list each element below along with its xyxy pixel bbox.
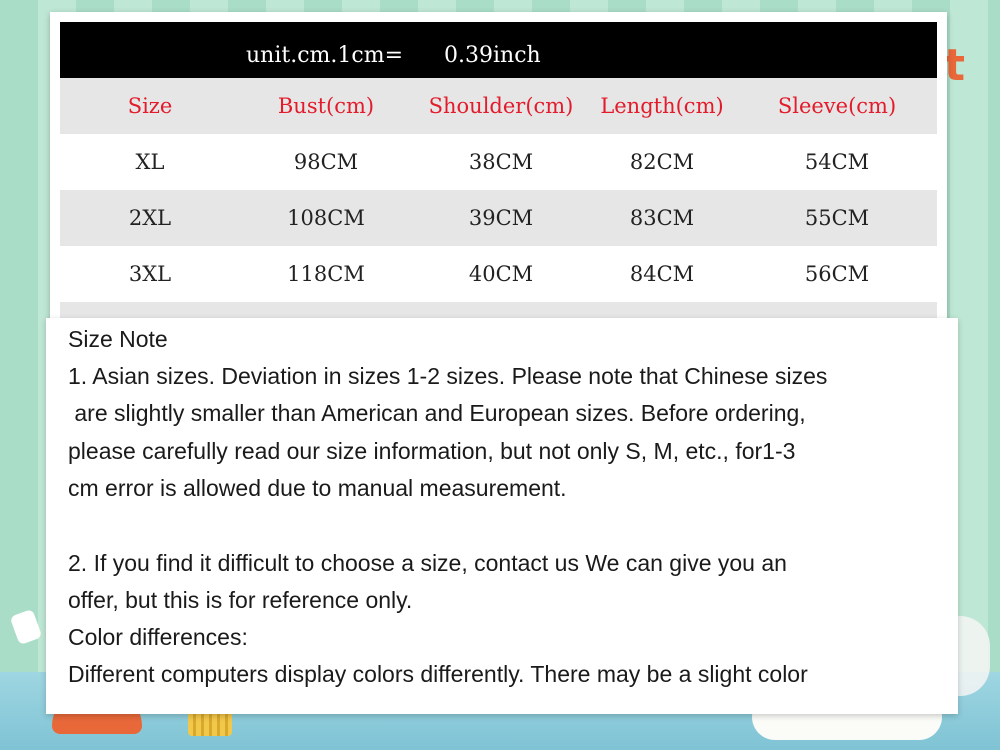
table-cell: 40CM xyxy=(468,262,534,286)
size-note-title: Size Note xyxy=(68,326,168,352)
table-header-row: Size Bust(cm) Shoulder(cm) Length(cm) Sl… xyxy=(60,78,937,134)
header-size: Size xyxy=(127,94,173,118)
table-row: 2XL 108CM 39CM 83CM 55CM xyxy=(60,190,937,246)
table-cell: XL xyxy=(135,150,165,174)
note-line: please carefully read our size informati… xyxy=(68,438,796,464)
note-line: Color differences: xyxy=(68,624,248,650)
decorative-letter: t xyxy=(944,40,966,91)
unit-label: unit.cm.1cm= xyxy=(246,43,403,68)
note-line: 2. If you find it difficult to choose a … xyxy=(68,550,787,576)
size-chart-table: unit.cm.1cm= 0.39inch Size Bust(cm) Shou… xyxy=(50,12,947,322)
table-cell: 118CM xyxy=(287,262,365,286)
header-shoulder: Shoulder(cm) xyxy=(428,94,574,118)
size-note-panel: Size Note 1. Asian sizes. Deviation in s… xyxy=(46,318,958,714)
table-cell: 82CM xyxy=(629,150,695,174)
note-line: 1. Asian sizes. Deviation in sizes 1-2 s… xyxy=(68,363,828,389)
table-cell: 56CM xyxy=(804,262,870,286)
header-sleeve: Sleeve(cm) xyxy=(777,94,897,118)
table-cell: 54CM xyxy=(804,150,870,174)
note-line: Different computers display colors diffe… xyxy=(68,661,808,687)
table-cell: 38CM xyxy=(468,150,534,174)
inch-conversion: 0.39inch xyxy=(444,43,541,68)
note-line: offer, but this is for reference only. xyxy=(68,587,413,613)
header-length: Length(cm) xyxy=(600,94,724,118)
table-cell: 39CM xyxy=(468,206,534,230)
note-line: cm error is allowed due to manual measur… xyxy=(68,475,567,501)
note-line: are slightly smaller than American and E… xyxy=(68,400,806,426)
table-cell: 84CM xyxy=(629,262,695,286)
table-row: 3XL 118CM 40CM 84CM 56CM xyxy=(60,246,937,302)
table-cell: 55CM xyxy=(804,206,870,230)
table-cell: 2XL xyxy=(128,206,172,230)
table-cell: 98CM xyxy=(293,150,359,174)
table-cell: 83CM xyxy=(629,206,695,230)
header-bust: Bust(cm) xyxy=(277,94,375,118)
table-row: XL 98CM 38CM 82CM 54CM xyxy=(60,134,937,190)
table-cell: 3XL xyxy=(128,262,172,286)
table-cell: 108CM xyxy=(287,206,365,230)
